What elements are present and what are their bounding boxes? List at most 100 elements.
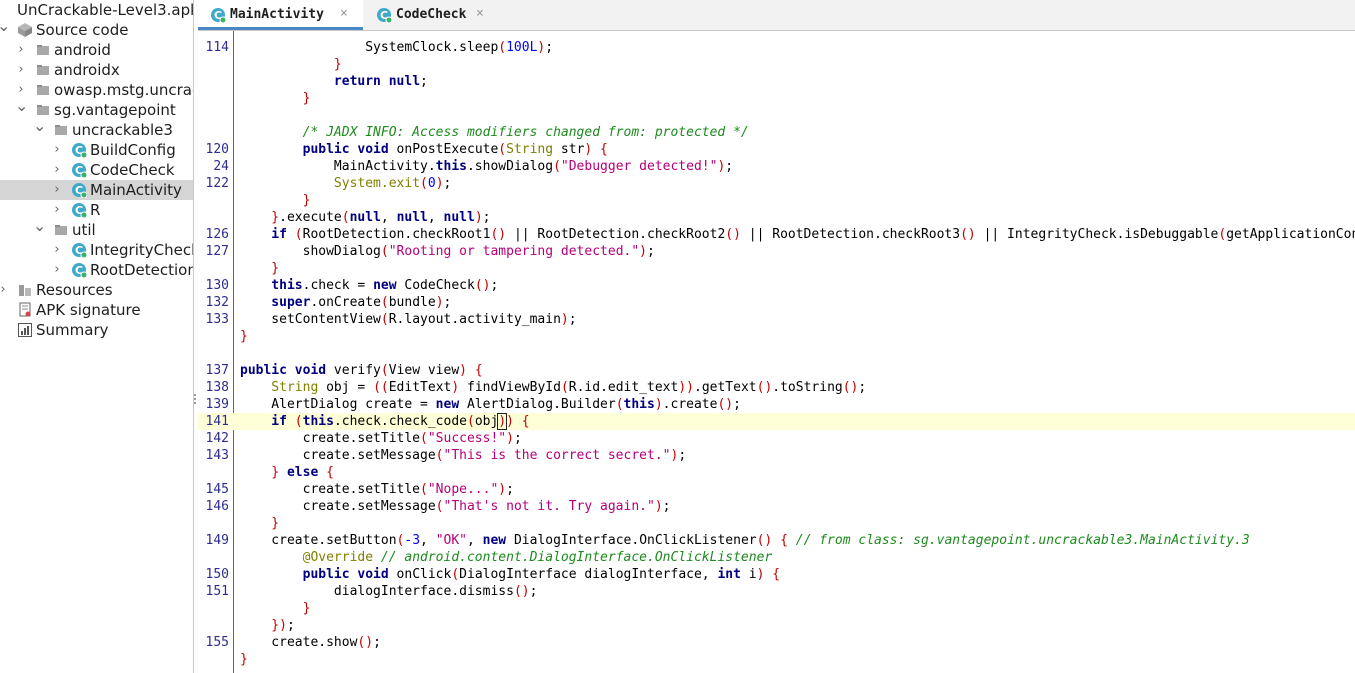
- tree-item-integritycheck[interactable]: › C IntegrityCheck: [0, 240, 193, 260]
- code-token: ,: [420, 533, 436, 548]
- code-line[interactable]: [198, 107, 1355, 124]
- tree-item-buildconfig[interactable]: › C BuildConfig: [0, 140, 193, 160]
- tree-item-mainactivity[interactable]: › C MainActivity: [0, 180, 193, 200]
- tree-item-r[interactable]: › C R: [0, 200, 193, 220]
- code-token: (: [420, 176, 428, 191]
- code-line[interactable]: 114 SystemClock.sleep(100L);: [198, 39, 1355, 56]
- code-line[interactable]: } else {: [198, 464, 1355, 481]
- code-token: create.setMessage: [240, 448, 436, 463]
- code-token: ;: [545, 40, 554, 55]
- line-number: 145: [205, 482, 229, 497]
- tree-item-owasp-mstg-uncrackable3[interactable]: ›owasp.mstg.uncrackable3: [0, 80, 193, 100]
- tree-item-label: androidx: [54, 61, 120, 79]
- close-icon[interactable]: ×: [476, 6, 484, 21]
- code-line[interactable]: }: [198, 90, 1355, 107]
- code-token: create.setTitle: [240, 431, 421, 446]
- chevron-right-icon[interactable]: ›: [51, 200, 63, 220]
- code-line[interactable]: }: [198, 328, 1355, 345]
- code-line[interactable]: 143 create.setMessage("This is the corre…: [198, 447, 1355, 464]
- code-line[interactable]: 132 super.onCreate(bundle);: [198, 294, 1355, 311]
- code-line[interactable]: 126 if (RootDetection.checkRoot1() || Ro…: [198, 226, 1355, 243]
- code-line[interactable]: }: [198, 651, 1355, 668]
- chevron-right-icon[interactable]: ›: [15, 40, 27, 60]
- code-token: }: [240, 210, 280, 225]
- tree-item-resources[interactable]: › Resources: [0, 280, 193, 300]
- code-token: int: [717, 567, 741, 582]
- code-token: ): [639, 244, 647, 259]
- code-line[interactable]: }: [198, 515, 1355, 532]
- code-token: MainActivity.: [240, 159, 436, 174]
- tree-item-android[interactable]: › android: [0, 40, 193, 60]
- current-code-line[interactable]: 141 if (this.check.check_code(obj)) {: [198, 413, 1355, 430]
- code-line[interactable]: 145 create.setTitle("Nope...");: [198, 481, 1355, 498]
- code-line[interactable]: }: [198, 600, 1355, 617]
- code-line[interactable]: }.execute(null, null, null);: [198, 209, 1355, 226]
- code-token: ): [497, 413, 508, 430]
- tree-item-uncrackable-level3-apk[interactable]: UnCrackable-Level3.apk: [0, 0, 193, 20]
- code-line[interactable]: 120 public void onPostExecute(String str…: [198, 141, 1355, 158]
- code-line[interactable]: /* JADX INFO: Access modifiers changed f…: [198, 124, 1355, 141]
- code-token: str: [553, 142, 585, 157]
- tree-item-rootdetection[interactable]: › C RootDetection: [0, 260, 193, 280]
- code-line[interactable]: 146 create.setMessage("That's not it. Tr…: [198, 498, 1355, 515]
- code-line[interactable]: @Override // android.content.DialogInter…: [198, 549, 1355, 566]
- code-line[interactable]: 127 showDialog("Rooting or tampering det…: [198, 243, 1355, 260]
- tree-item-codecheck[interactable]: › C CodeCheck: [0, 160, 193, 180]
- chevron-right-icon[interactable]: ›: [51, 160, 63, 180]
- code-text: }: [240, 192, 311, 209]
- code-line[interactable]: 139 AlertDialog create = new AlertDialog…: [198, 396, 1355, 413]
- code-line[interactable]: 155 create.show();: [198, 634, 1355, 651]
- line-number: 149: [205, 533, 229, 548]
- code-line[interactable]: }: [198, 192, 1355, 209]
- code-token: ;: [513, 431, 522, 446]
- code-line[interactable]: 137 public void verify(View view) {: [198, 362, 1355, 379]
- tree-item-label: sg.vantagepoint: [54, 101, 176, 119]
- tree-item-source-code[interactable]: ⌄ Source code: [0, 18, 193, 40]
- tab-mainactivity[interactable]: C MainActivity ×: [198, 0, 363, 30]
- code-line[interactable]: 151 dialogInterface.dismiss();: [198, 583, 1355, 600]
- code-token: (: [294, 227, 303, 242]
- code-token: (: [615, 397, 624, 412]
- code-line[interactable]: 133 setContentView(R.layout.activity_mai…: [198, 311, 1355, 328]
- tree-item-sg-vantagepoint[interactable]: ⌄ sg.vantagepoint: [0, 98, 193, 120]
- code-line[interactable]: }: [198, 260, 1355, 277]
- chevron-down-icon[interactable]: ⌄: [33, 118, 46, 140]
- close-icon[interactable]: ×: [340, 6, 348, 21]
- code-text: }: [240, 651, 248, 668]
- code-token: create.setButton: [240, 533, 397, 548]
- code-token: }: [240, 465, 280, 480]
- code-line[interactable]: 130 this.check = new CodeCheck();: [198, 277, 1355, 294]
- code-line[interactable]: 150 public void onClick(DialogInterface …: [198, 566, 1355, 583]
- code-line[interactable]: 122 System.exit(0);: [198, 175, 1355, 192]
- code-line[interactable]: }: [198, 56, 1355, 73]
- chevron-down-icon[interactable]: ⌄: [15, 98, 28, 120]
- code-editor[interactable]: 114 SystemClock.sleep(100L); } return nu…: [198, 31, 1355, 673]
- code-token: (: [435, 448, 444, 463]
- class-icon: C: [376, 7, 393, 24]
- code-token: findViewById: [459, 380, 561, 395]
- tree-item-summary[interactable]: Summary: [0, 320, 193, 340]
- chevron-right-icon[interactable]: ›: [51, 140, 63, 160]
- code-line[interactable]: 142 create.setTitle("Success!");: [198, 430, 1355, 447]
- chevron-right-icon[interactable]: ›: [51, 180, 63, 200]
- chevron-right-icon[interactable]: ›: [51, 260, 63, 280]
- tree-item-androidx[interactable]: › androidx: [0, 60, 193, 80]
- code-line[interactable]: 149 create.setButton(-3, "OK", new Dialo…: [198, 532, 1355, 549]
- chevron-right-icon[interactable]: ›: [15, 60, 27, 80]
- code-line[interactable]: 24 MainActivity.this.showDialog("Debugge…: [198, 158, 1355, 175]
- chevron-down-icon[interactable]: ⌄: [0, 18, 10, 40]
- tree-item-util[interactable]: ⌄ util: [0, 218, 193, 240]
- code-line[interactable]: [198, 345, 1355, 362]
- code-line[interactable]: });: [198, 617, 1355, 634]
- tree-item-apk-signature[interactable]: APK signature: [0, 300, 193, 320]
- code-token: new: [373, 278, 405, 293]
- code-token: ;: [373, 635, 381, 650]
- code-line[interactable]: 138 String obj = ((EditText) findViewByI…: [198, 379, 1355, 396]
- chevron-down-icon[interactable]: ⌄: [33, 218, 46, 240]
- code-line[interactable]: return null;: [198, 73, 1355, 90]
- line-number: 114: [205, 40, 229, 55]
- chevron-right-icon[interactable]: ›: [51, 240, 63, 260]
- chevron-right-icon[interactable]: ›: [0, 280, 9, 300]
- tab-codecheck[interactable]: C CodeCheck ×: [364, 0, 499, 30]
- tree-item-uncrackable3[interactable]: ⌄ uncrackable3: [0, 118, 193, 140]
